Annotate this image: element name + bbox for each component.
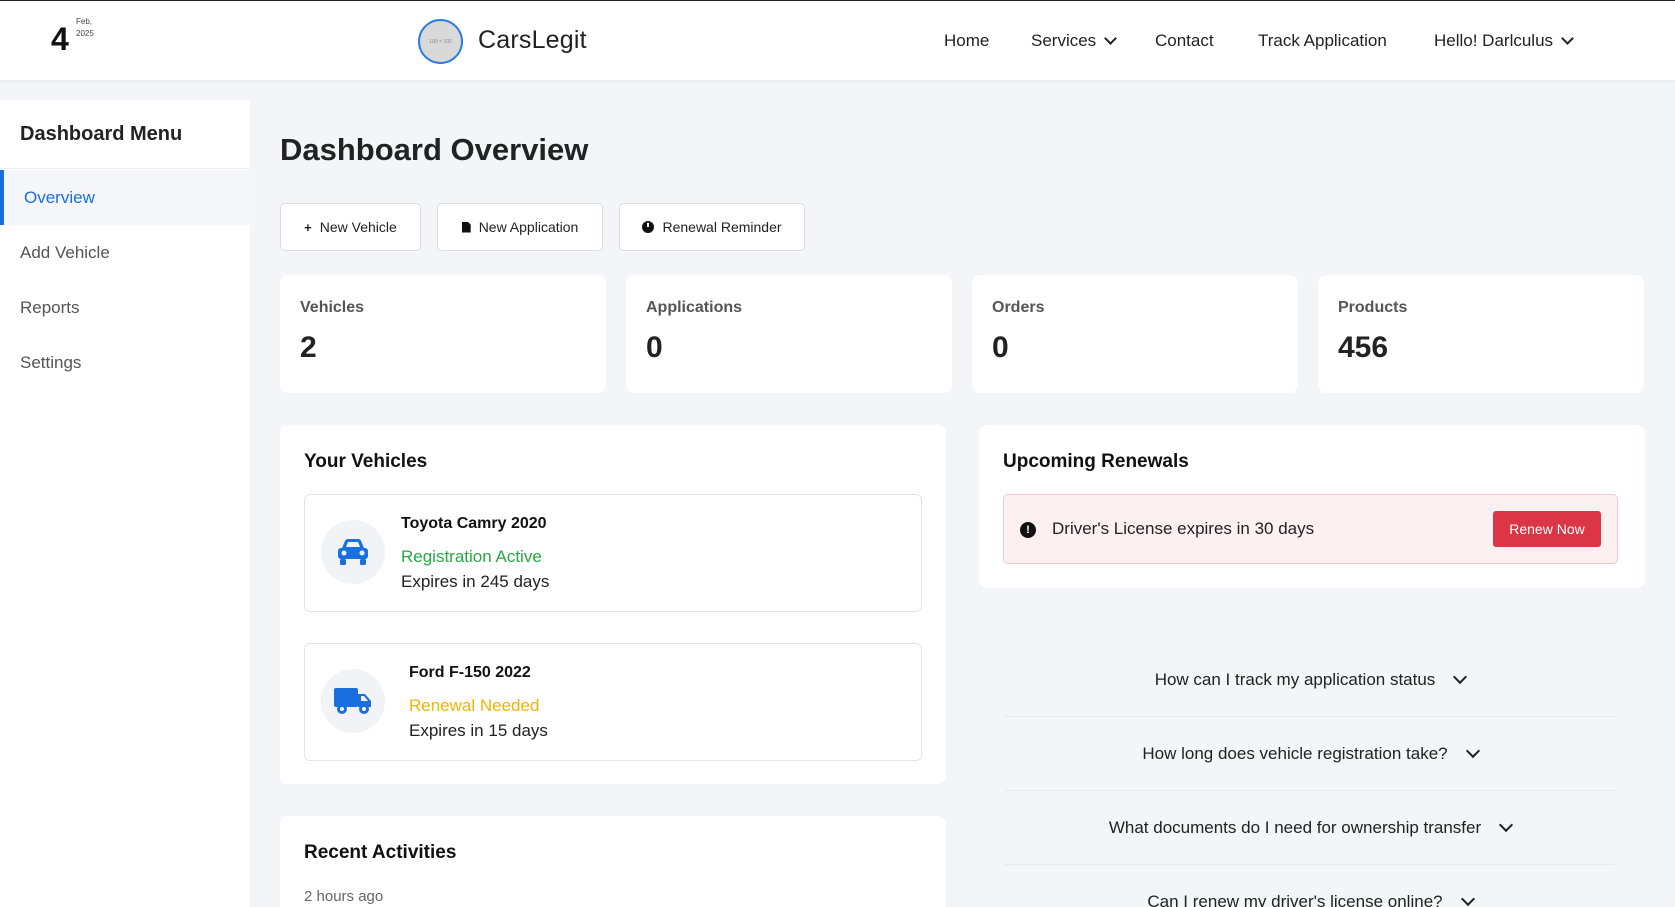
truck-icon [321,669,385,733]
nav-track-label: Track Application [1258,31,1387,50]
vehicle-expiry: Expires in 15 days [409,721,548,740]
stat-card-vehicles: Vehicles 2 [280,275,606,393]
faq-item[interactable]: What documents do I need for ownership t… [1005,791,1615,865]
renew-now-button[interactable]: Renew Now [1493,511,1601,547]
sidebar-item-label: Overview [24,187,95,207]
chevron-down-icon [1453,669,1468,685]
nav-track-application[interactable]: Track Application [1258,31,1387,51]
your-vehicles-card: Your Vehicles Toyota Camry 2020 Registra… [280,425,946,784]
chevron-down-icon [1460,891,1475,907]
car-icon [321,520,385,584]
nav-services[interactable]: Services [1031,31,1118,51]
chevron-down-icon [1104,32,1118,45]
faq-item[interactable]: Can I renew my driver's license online? [1005,865,1615,907]
stat-value: 0 [646,331,663,364]
vehicle-status: Registration Active [401,547,542,566]
sidebar-item-settings[interactable]: Settings [0,335,250,390]
sidebar: Dashboard Menu Overview Add Vehicle Repo… [0,100,250,907]
faq-question: What documents do I need for ownership t… [1108,817,1482,837]
vehicle-name: Ford F-150 2022 [409,664,531,681]
faq-question: Can I renew my driver's license online? [1147,891,1443,907]
sidebar-item-label: Reports [20,297,80,317]
activity-timestamp: 2 hours ago [304,888,384,905]
logo-placeholder-text: 100 × 100 [429,38,452,45]
faq-question: How long does vehicle registration take? [1142,743,1448,763]
vehicle-item[interactable]: Ford F-150 2022 Renewal Needed Expires i… [304,643,922,761]
new-application-button[interactable]: New Application [437,203,603,251]
faq-item[interactable]: How can I track my application status [1005,643,1615,717]
new-vehicle-label: New Vehicle [319,219,397,235]
faq-question: How can I track my application status [1154,669,1436,689]
date-month: Feb, [76,17,93,26]
chevron-down-icon [1465,743,1480,759]
stat-card-orders: Orders 0 [972,275,1298,393]
exclamation-circle-icon: ! [1020,522,1036,538]
sidebar-item-label: Settings [20,352,82,372]
recent-activities-card: Recent Activities 2 hours ago [280,816,946,907]
stat-value: 2 [300,331,317,364]
logo-placeholder[interactable]: 100 × 100 [418,19,463,64]
sidebar-item-add-vehicle[interactable]: Add Vehicle [0,225,250,280]
sidebar-divider [0,168,250,169]
date-year: 2025 [76,29,94,38]
stat-value: 0 [992,331,1009,364]
sidebar-item-reports[interactable]: Reports [0,280,250,335]
stat-label: Applications [646,299,743,316]
upcoming-renewals-card: Upcoming Renewals ! Driver's License exp… [979,425,1645,588]
sidebar-item-overview[interactable]: Overview [0,170,250,225]
renewal-reminder-label: Renewal Reminder [662,219,782,235]
nav-home-label: Home [944,31,990,50]
top-header: 4 Feb, 2025 100 × 100 CarsLegit Home Ser… [0,0,1675,80]
nav-user-menu[interactable]: Hello! Darlculus [1434,31,1574,51]
stat-card-applications: Applications 0 [626,275,952,393]
page-title: Dashboard Overview [280,132,589,167]
card-title: Upcoming Renewals [1003,451,1189,472]
date-day: 4 [51,21,69,57]
nav-user-label: Hello! Darlculus [1434,31,1554,50]
stat-card-products: Products 456 [1318,275,1644,393]
stat-label: Vehicles [300,299,365,316]
nav-services-label: Services [1031,31,1097,50]
vehicle-status: Renewal Needed [409,696,540,715]
new-vehicle-button[interactable]: + New Vehicle [280,203,421,251]
faq-item[interactable]: How long does vehicle registration take? [1005,717,1615,791]
new-application-label: New Application [478,219,579,235]
stat-label: Products [1338,299,1408,316]
nav-contact[interactable]: Contact [1155,31,1214,51]
clock-icon [642,221,655,233]
plus-icon: + [304,219,312,235]
card-title: Your Vehicles [304,451,428,472]
file-icon [461,221,471,233]
vehicle-expiry: Expires in 245 days [401,572,550,591]
vehicle-name: Toyota Camry 2020 [401,515,547,532]
nav-contact-label: Contact [1155,31,1214,50]
renewal-reminder-button[interactable]: Renewal Reminder [619,203,805,251]
alert-text: Driver's License expires in 30 days [1052,519,1315,538]
nav-home[interactable]: Home [944,31,989,51]
stat-value: 456 [1338,331,1389,364]
stat-label: Orders [992,299,1045,316]
chevron-down-icon [1561,32,1574,45]
sidebar-title: Dashboard Menu [20,123,183,145]
card-title: Recent Activities [304,842,457,863]
renewal-alert: ! Driver's License expires in 30 days Re… [1003,494,1618,564]
chevron-down-icon [1499,817,1514,833]
vehicle-item[interactable]: Toyota Camry 2020 Registration Active Ex… [304,494,922,612]
sidebar-item-label: Add Vehicle [20,242,110,262]
brand-name[interactable]: CarsLegit [478,26,587,55]
